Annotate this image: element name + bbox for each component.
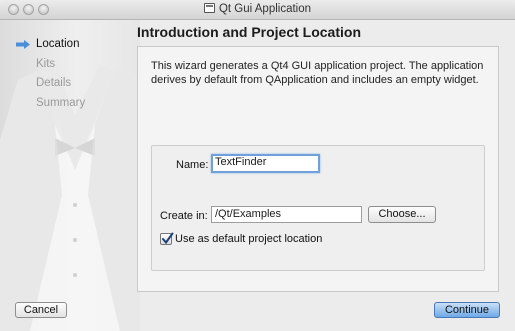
create-in-label: Create in: xyxy=(160,210,208,222)
wizard-side-panel: Location Kits Details Summary xyxy=(0,20,140,331)
location-group: Name: TextFinder Create in: /Qt/Examples… xyxy=(151,145,485,271)
step-location-label: Location xyxy=(36,38,80,50)
choose-button[interactable]: Choose... xyxy=(368,206,436,223)
page-title: Introduction and Project Location xyxy=(137,24,361,40)
wizard-window: Qt Gui Application Location Kits Details… xyxy=(0,0,515,331)
step-summary: Summary xyxy=(16,94,85,114)
default-location-checkbox[interactable] xyxy=(160,232,174,245)
step-kits-label: Kits xyxy=(36,57,56,70)
cancel-button[interactable]: Cancel xyxy=(15,302,67,318)
step-details: Details xyxy=(16,74,85,94)
wizard-steps: Location Kits Details Summary xyxy=(16,35,85,113)
step-details-label: Details xyxy=(36,77,72,89)
default-location-label[interactable]: Use as default project location xyxy=(175,233,322,245)
title-bar: Qt Gui Application xyxy=(0,0,515,20)
intro-text: This wizard generates a Qt4 GUI applicat… xyxy=(151,60,484,86)
window-title-group: Qt Gui Application xyxy=(0,3,515,15)
window-app-icon xyxy=(203,3,215,13)
current-step-arrow-icon xyxy=(16,40,30,49)
step-summary-label: Summary xyxy=(36,96,86,109)
continue-button[interactable]: Continue xyxy=(434,302,500,318)
name-field[interactable]: TextFinder xyxy=(211,154,320,173)
step-location: Location xyxy=(16,35,85,55)
wizard-page-content: This wizard generates a Qt4 GUI applicat… xyxy=(137,46,499,292)
checkmark-icon xyxy=(162,232,174,245)
name-label: Name: xyxy=(176,159,209,171)
step-kits: Kits xyxy=(16,55,85,75)
create-in-field[interactable]: /Qt/Examples xyxy=(211,206,362,223)
window-title: Qt Gui Application xyxy=(218,3,312,15)
